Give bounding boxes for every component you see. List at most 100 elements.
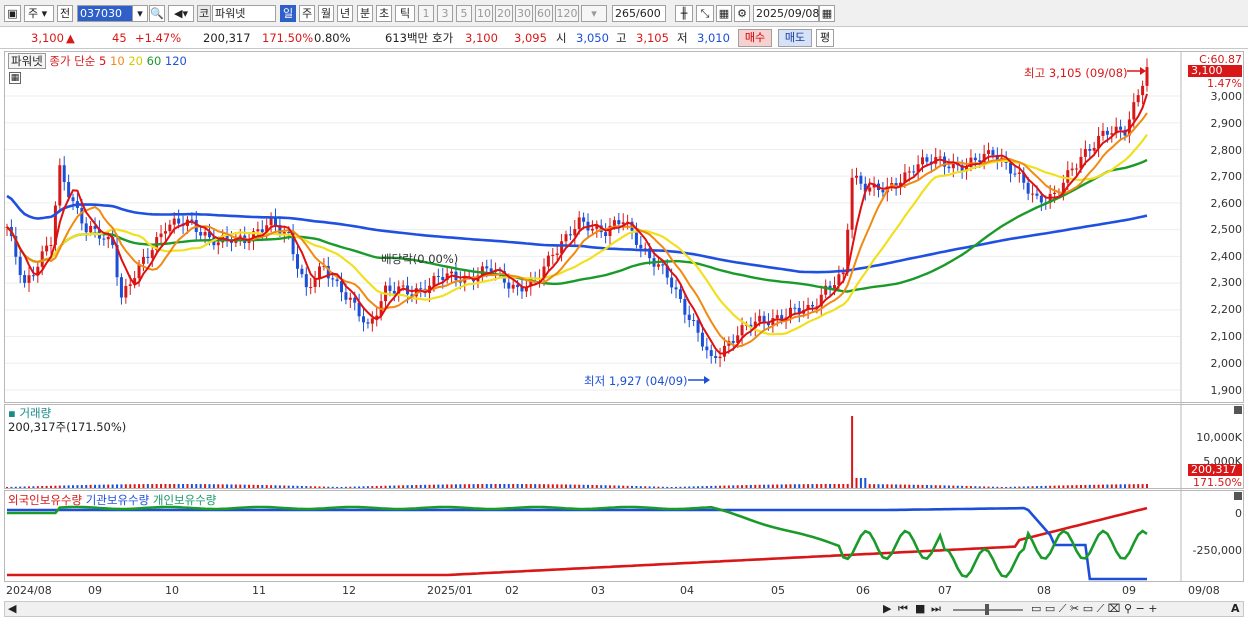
individual-label[interactable]: 개인보유수량 — [153, 493, 216, 507]
volume-bar — [723, 485, 726, 488]
candle-body — [49, 244, 53, 246]
fast-forward-icon[interactable]: ⏭ — [931, 602, 941, 616]
volume-bar — [446, 484, 449, 488]
volume-bar — [1005, 486, 1008, 488]
zoom-slider-handle[interactable] — [985, 604, 989, 615]
candle-body — [45, 245, 49, 252]
volume-bar — [516, 484, 519, 488]
volume-bar — [177, 484, 180, 488]
volume-bar — [934, 485, 937, 488]
table-icon[interactable]: ▦ — [9, 72, 21, 84]
volume-bar — [72, 485, 75, 488]
volume-bar — [388, 485, 391, 488]
text-tool-icon[interactable]: A — [1231, 602, 1240, 615]
candlesticks — [5, 58, 1149, 368]
ma120-label[interactable]: 120 — [165, 54, 187, 68]
volume-bar — [996, 486, 999, 488]
volume-bar — [239, 484, 242, 488]
ytick-2100: 2,100 — [1210, 330, 1243, 343]
candle-body — [714, 356, 718, 359]
candle-body — [190, 219, 194, 221]
volume-bar — [670, 486, 673, 488]
candle-body — [973, 157, 977, 161]
volume-bar — [591, 484, 594, 488]
volume-bar — [441, 484, 444, 488]
volume-bar — [1115, 484, 1118, 488]
volume-bar — [644, 486, 647, 488]
ma-label[interactable]: 종가 단순 — [49, 54, 95, 68]
volume-bar — [80, 485, 83, 488]
volume-bar — [864, 478, 867, 488]
volume-bar — [820, 484, 823, 488]
candle-body — [309, 286, 313, 288]
volume-bar — [287, 485, 290, 488]
volume-bar — [974, 486, 977, 488]
xtick-2024-08: 2024/08 — [6, 584, 52, 597]
horizontal-scrollbar[interactable]: ◀ ▶ ⏮ ■ ⏭ ▭ ▭ ⟋ ✂ ▭ ⟋ ⌧ ⚲ − + A — [4, 601, 1244, 617]
institution-label[interactable]: 기관보유수량 — [86, 493, 149, 507]
volume-bar — [1027, 486, 1030, 488]
candle-body — [300, 268, 304, 275]
volume-bar — [252, 484, 255, 488]
candle-body — [947, 166, 951, 169]
volume-bar — [349, 486, 352, 488]
xtick-12: 12 — [342, 584, 356, 597]
candle-body — [159, 233, 163, 238]
candle-body — [868, 187, 872, 192]
candle-body — [1141, 85, 1145, 96]
volume-bar — [1053, 485, 1056, 488]
hold-ytick-0: 0 — [1235, 507, 1242, 520]
volume-bar — [653, 486, 656, 488]
volume-bar — [322, 486, 325, 488]
candle-body — [392, 290, 396, 294]
volume-bar — [1022, 486, 1025, 488]
ma20-label[interactable]: 20 — [128, 54, 143, 68]
volume-bar — [1009, 486, 1012, 488]
volume-bar — [749, 484, 752, 488]
ma5-label[interactable]: 5 — [99, 54, 106, 68]
candle-body — [23, 275, 27, 283]
scroll-right-icon[interactable]: ▶ — [883, 602, 891, 615]
min-annotation: 최저 1,927 (04/09) — [584, 374, 688, 388]
volume-pane-close-icon[interactable] — [1234, 406, 1242, 414]
ma60-label[interactable]: 60 — [147, 54, 162, 68]
stock-title[interactable]: 파워넷 — [8, 53, 46, 69]
volume-bar — [538, 484, 541, 488]
ytick-2000: 2,000 — [1210, 357, 1243, 370]
candle-body — [1136, 95, 1140, 103]
foreign-holdings-line — [7, 506, 1148, 577]
volume-bar — [261, 485, 264, 488]
xtick-08: 08 — [1037, 584, 1051, 597]
volume-bar — [327, 486, 330, 488]
volume-bar — [732, 485, 735, 488]
candle-body — [1017, 172, 1021, 174]
volume-bar — [168, 484, 171, 488]
volume-bar — [767, 484, 770, 488]
candle-body — [362, 316, 366, 323]
volume-bar — [573, 484, 576, 488]
foreign-label[interactable]: 외국인보유수량 — [8, 493, 82, 507]
volume-bar — [146, 484, 149, 488]
candle-body — [590, 228, 594, 231]
candle-body — [921, 157, 925, 165]
volume-bar — [340, 486, 343, 488]
volume-bar — [921, 484, 924, 488]
stop-icon[interactable]: ■ — [915, 602, 925, 615]
fast-back-icon[interactable]: ⏮ — [898, 602, 908, 616]
volume-bar — [657, 486, 660, 488]
tool-icons[interactable]: ▭ ▭ ⟋ ✂ ▭ ⟋ ⌧ ⚲ − + — [1031, 602, 1157, 616]
volume-bar — [375, 485, 378, 488]
vol-ytick-10000k: 10,000K — [1196, 431, 1242, 444]
xtick-last-date: 09/08 — [1188, 584, 1220, 597]
candle-body — [71, 197, 75, 202]
holdings-pane-close-icon[interactable] — [1234, 492, 1242, 500]
scroll-left-icon[interactable]: ◀ — [8, 602, 16, 615]
last-price-tag: 3,100 — [1188, 65, 1242, 77]
ma10-label[interactable]: 10 — [110, 54, 125, 68]
volume-bar — [102, 484, 105, 488]
volume-bar — [89, 484, 92, 488]
candle-body — [1031, 193, 1035, 195]
volume-bar — [76, 485, 79, 488]
volume-bar — [829, 484, 832, 488]
volume-bar — [648, 486, 651, 488]
